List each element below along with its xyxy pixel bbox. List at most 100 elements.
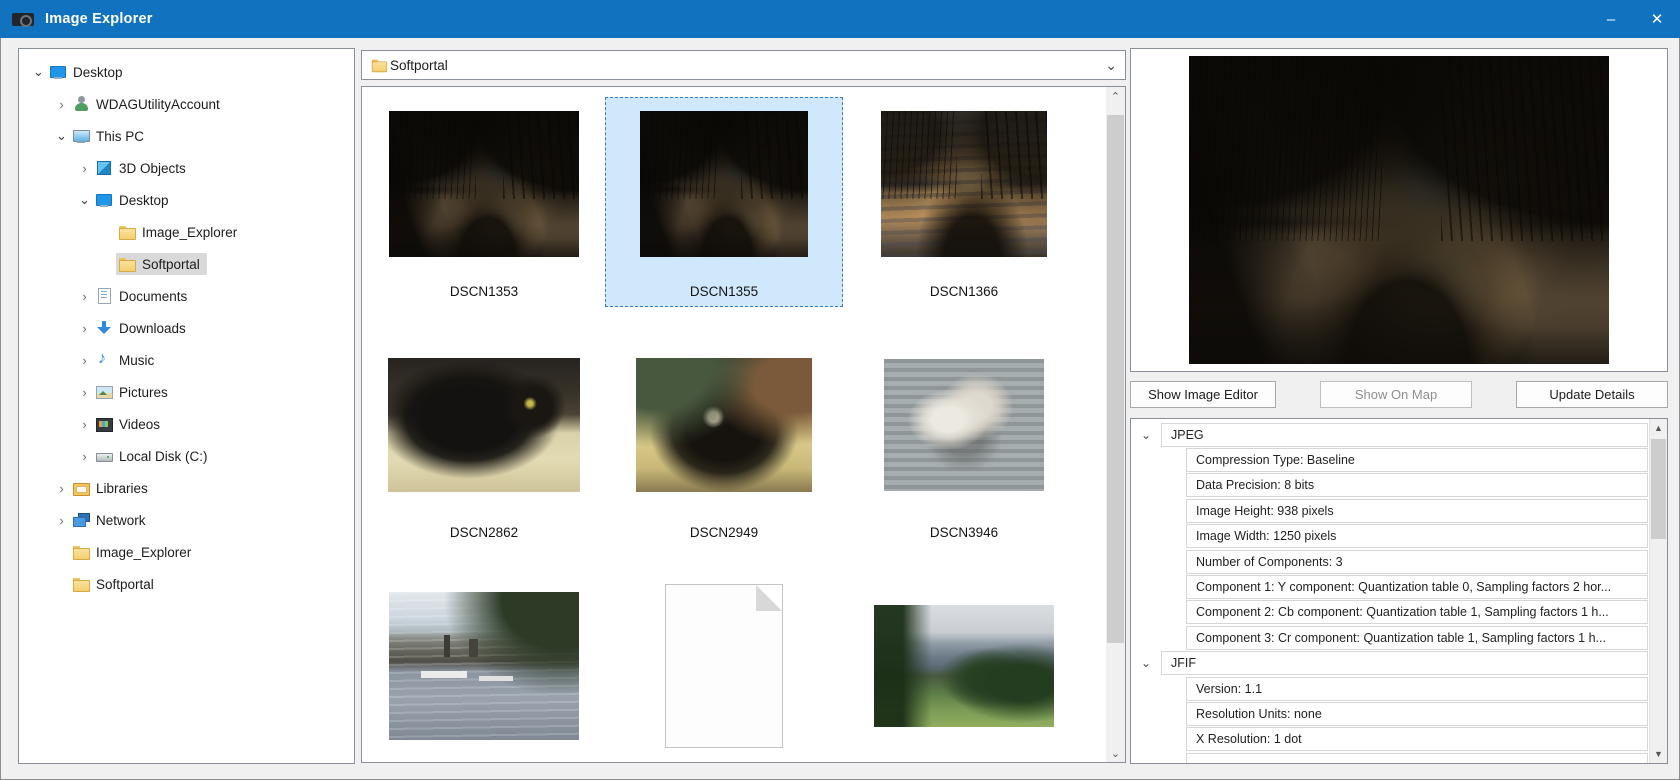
desktop-icon: [95, 192, 113, 208]
tree-item-label: Music: [119, 352, 155, 368]
tree-item-target[interactable]: Music: [93, 349, 161, 371]
chevron-collapsed-icon[interactable]: ›: [76, 449, 93, 464]
tree-item-target[interactable]: Libraries: [70, 477, 155, 499]
metadata-row-resolution-units[interactable]: Resolution Units: none: [1131, 701, 1649, 726]
tree-item-label: Documents: [119, 288, 188, 304]
tree-item-softportal[interactable]: Softportal: [19, 568, 354, 600]
tree-item-network[interactable]: › Network: [19, 504, 354, 536]
window-title: Image Explorer: [45, 11, 153, 27]
scroll-up-icon[interactable]: ⌃: [1106, 87, 1125, 105]
tree-item-pictures[interactable]: › Pictures: [19, 376, 354, 408]
thumbnail-dscn1355[interactable]: DSCN1355: [605, 97, 843, 307]
chevron-expanded-icon[interactable]: ⌄: [1131, 428, 1161, 442]
tree-item-this-pc[interactable]: ⌄ This PC: [19, 120, 354, 152]
camera-app-icon: [12, 11, 34, 27]
metadata-row-number-of-components[interactable]: Number of Components: 3: [1131, 549, 1649, 574]
titlebar[interactable]: Image Explorer – ✕: [0, 0, 1680, 38]
tree-item-label: This PC: [96, 128, 145, 144]
tree-item-softportal[interactable]: Softportal: [19, 248, 354, 280]
update-details-button[interactable]: Update Details: [1516, 381, 1668, 408]
chevron-collapsed-icon[interactable]: ›: [76, 321, 93, 336]
tree-item-downloads[interactable]: › Downloads: [19, 312, 354, 344]
tree-item-target[interactable]: Network: [70, 509, 153, 531]
chevron-collapsed-icon[interactable]: ›: [76, 417, 93, 432]
chevron-expanded-icon[interactable]: ⌄: [30, 64, 47, 80]
tree-item-target[interactable]: Pictures: [93, 381, 175, 403]
scrollbar-thumb[interactable]: [1107, 115, 1124, 643]
tree-item-3d-objects[interactable]: › 3D Objects: [19, 152, 354, 184]
chevron-expanded-icon[interactable]: ⌄: [53, 128, 70, 144]
scroll-up-icon[interactable]: ▲: [1650, 419, 1667, 437]
chevron-expanded-icon[interactable]: ⌄: [76, 192, 93, 208]
tree-item-target[interactable]: Softportal: [70, 573, 161, 595]
chevron-collapsed-icon[interactable]: ›: [76, 385, 93, 400]
tree-item-target[interactable]: WDAGUtilityAccount: [70, 93, 227, 115]
metadata-row-data-precision[interactable]: Data Precision: 8 bits: [1131, 473, 1649, 498]
metadata-row-jfif[interactable]: ⌄ JFIF: [1131, 651, 1649, 676]
chevron-collapsed-icon[interactable]: ›: [76, 289, 93, 304]
metadata-row-jpeg[interactable]: ⌄ JPEG: [1131, 422, 1649, 447]
tree-item-target[interactable]: Downloads: [93, 317, 193, 339]
chevron-expanded-icon[interactable]: ⌄: [1131, 656, 1161, 670]
thumbnail-dscn1366[interactable]: DSCN1366: [845, 97, 1083, 307]
tree-item-label: Image_Explorer: [142, 224, 238, 240]
tree-item-documents[interactable]: › Documents: [19, 280, 354, 312]
tree-item-local-disk-c[interactable]: › Local Disk (C:): [19, 440, 354, 472]
scroll-down-icon[interactable]: ⌄: [1106, 744, 1125, 762]
tree-item-target[interactable]: Documents: [93, 285, 194, 307]
thumbnail-dscn2862[interactable]: DSCN2862: [365, 338, 603, 548]
metadata-scrollbar[interactable]: ▲ ▼: [1649, 419, 1667, 763]
thumbnail-dscn3946[interactable]: DSCN3946: [845, 338, 1083, 548]
tree-item-target[interactable]: Desktop: [47, 61, 130, 83]
tree-item-label: Softportal: [96, 576, 154, 592]
thumbnail-scrollbar[interactable]: ⌃ ⌄: [1106, 87, 1125, 762]
metadata-row-partial[interactable]: [1131, 752, 1649, 763]
show-image-editor-button[interactable]: Show Image Editor: [1130, 381, 1276, 408]
chevron-collapsed-icon[interactable]: ›: [76, 161, 93, 176]
thumbnail-dscn1353[interactable]: DSCN1353: [365, 97, 603, 307]
chevron-collapsed-icon[interactable]: ›: [53, 481, 70, 496]
tree-item-target[interactable]: Image_Explorer: [116, 221, 244, 243]
metadata-row-x-resolution[interactable]: X Resolution: 1 dot: [1131, 727, 1649, 752]
thumbnail-mountain[interactable]: [845, 579, 1083, 762]
tree-item-target[interactable]: This PC: [70, 125, 151, 147]
scroll-down-icon[interactable]: ▼: [1650, 745, 1667, 763]
metadata-cell-label: JPEG: [1161, 422, 1648, 447]
tree-item-desktop[interactable]: ⌄ Desktop: [19, 56, 354, 88]
download-icon: [95, 320, 113, 336]
thumbnail-image-wrap: [846, 580, 1082, 752]
chevron-collapsed-icon[interactable]: ›: [53, 97, 70, 112]
chevron-collapsed-icon[interactable]: ›: [53, 513, 70, 528]
thumbnail-image-wrap: [366, 98, 602, 270]
tree-item-libraries[interactable]: › Libraries: [19, 472, 354, 504]
metadata-row-component-3[interactable]: Component 3: Cr component: Quantization …: [1131, 625, 1649, 650]
metadata-row-compression-type[interactable]: Compression Type: Baseline: [1131, 447, 1649, 472]
tree-item-music[interactable]: › Music: [19, 344, 354, 376]
thumbnail-dscn2949[interactable]: DSCN2949: [605, 338, 843, 548]
folder-combobox[interactable]: Softportal ⌄: [361, 50, 1126, 80]
metadata-row-image-width[interactable]: Image Width: 1250 pixels: [1131, 524, 1649, 549]
tree-item-image-explorer[interactable]: Image_Explorer: [19, 216, 354, 248]
metadata-cell-label: Number of Components: 3: [1186, 549, 1648, 574]
minimize-button[interactable]: –: [1588, 0, 1634, 38]
tree-item-desktop[interactable]: ⌄ Desktop: [19, 184, 354, 216]
tree-item-wdagutilityaccount[interactable]: › WDAGUtilityAccount: [19, 88, 354, 120]
tree-item-image-explorer[interactable]: Image_Explorer: [19, 536, 354, 568]
tree-item-target[interactable]: Local Disk (C:): [93, 445, 215, 467]
metadata-cell-label: Component 3: Cr component: Quantization …: [1186, 625, 1648, 650]
thumbnail-file[interactable]: [605, 579, 843, 762]
thumbnail-bridge[interactable]: [365, 579, 603, 762]
tree-item-target[interactable]: Desktop: [93, 189, 176, 211]
tree-item-target[interactable]: 3D Objects: [93, 157, 193, 179]
tree-item-target[interactable]: Videos: [93, 413, 167, 435]
metadata-row-component-2[interactable]: Component 2: Cb component: Quantization …: [1131, 600, 1649, 625]
metadata-row-image-height[interactable]: Image Height: 938 pixels: [1131, 498, 1649, 523]
chevron-collapsed-icon[interactable]: ›: [76, 353, 93, 368]
metadata-row-component-1[interactable]: Component 1: Y component: Quantization t…: [1131, 574, 1649, 599]
metadata-row-version[interactable]: Version: 1.1: [1131, 676, 1649, 701]
tree-item-target[interactable]: Softportal: [116, 253, 207, 275]
close-button[interactable]: ✕: [1634, 0, 1680, 38]
tree-item-target[interactable]: Image_Explorer: [70, 541, 198, 563]
scrollbar-thumb[interactable]: [1651, 439, 1666, 539]
tree-item-videos[interactable]: › Videos: [19, 408, 354, 440]
